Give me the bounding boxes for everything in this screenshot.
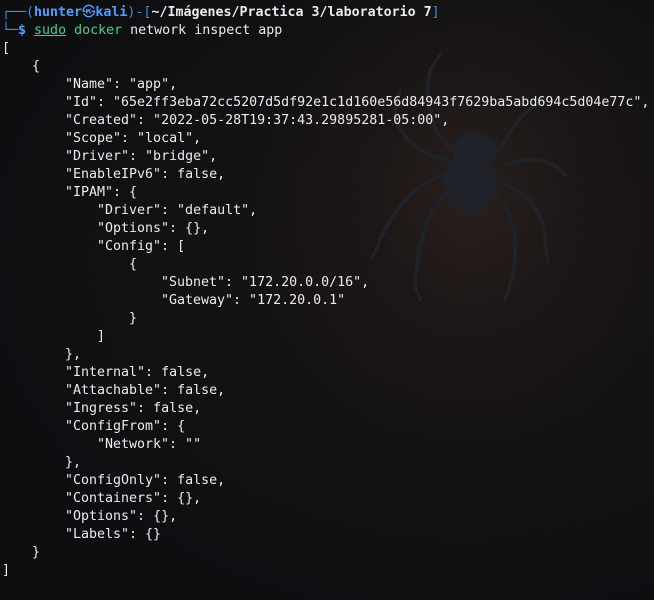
output-line: "Created": "2022-05-28T19:37:43.29895281… [65, 113, 450, 128]
output-line: "ConfigFrom": { [65, 419, 186, 434]
output-line: "Labels": {} [65, 527, 162, 542]
output-line: "Attachable": false, [65, 383, 226, 398]
terminal-output: ┌──(hunter㉿kali)-[~/Imágenes/Practica 3/… [0, 4, 654, 580]
output-line: "Name": "app", [65, 77, 178, 92]
prompt-corner-bottom: └─ [2, 23, 19, 38]
output-line: "Containers": {}, [65, 491, 202, 506]
output-line: "Driver": "default", [97, 203, 258, 218]
output-line: "Internal": false, [65, 365, 210, 380]
prompt-user: hunter [34, 5, 83, 20]
output-line: "Options": {}, [65, 509, 178, 524]
output-line: } [129, 311, 138, 326]
output-line: "Driver": "bridge", [65, 149, 218, 164]
command-program: docker [74, 23, 123, 38]
prompt-path: ~/Imágenes/Practica 3/laboratorio 7 [151, 5, 432, 20]
command-line[interactable]: └─$ sudo docker network inspect app [0, 22, 654, 40]
prompt-host: kali [95, 5, 128, 20]
output-line: }, [65, 455, 82, 470]
command-args: network inspect app [122, 23, 283, 38]
output-line: ] [2, 563, 11, 578]
output-line: "ConfigOnly": false, [65, 473, 226, 488]
output-line: "Scope": "local", [65, 131, 202, 146]
output-line: [ [2, 41, 11, 56]
output-line: "Options": {}, [97, 221, 210, 236]
terminal-window[interactable]: ┌──(hunter㉿kali)-[~/Imágenes/Practica 3/… [0, 0, 654, 600]
prompt-header-line: ┌──(hunter㉿kali)-[~/Imágenes/Practica 3/… [0, 4, 654, 22]
prompt-corner-top: ┌──( [2, 5, 35, 20]
output-line: "Ingress": false, [65, 401, 202, 416]
command-sudo: sudo [34, 23, 67, 38]
output-line: { [32, 59, 41, 74]
output-line: }, [65, 347, 82, 362]
output-line: "Network": "" [97, 437, 202, 452]
output-line: } [32, 545, 41, 560]
output-line: "IPAM": { [65, 185, 138, 200]
output-line: "Gateway": "172.20.0.1" [161, 293, 346, 308]
output-line: "Config": [ [97, 239, 186, 254]
output-line: ] [97, 329, 106, 344]
output-line: "Id": "65e2ff3eba72cc5207d5df92e1c1d160e… [65, 95, 650, 110]
output-line: "EnableIPv6": false, [65, 167, 226, 182]
prompt-bracket: )-[ [127, 5, 152, 20]
output-line: "Subnet": "172.20.0.0/16", [161, 275, 370, 290]
output-line: { [129, 257, 138, 272]
prompt-dollar: $ [18, 23, 27, 38]
kali-at-icon: ㉿ [82, 5, 96, 20]
prompt-path-close: ] [431, 5, 440, 20]
